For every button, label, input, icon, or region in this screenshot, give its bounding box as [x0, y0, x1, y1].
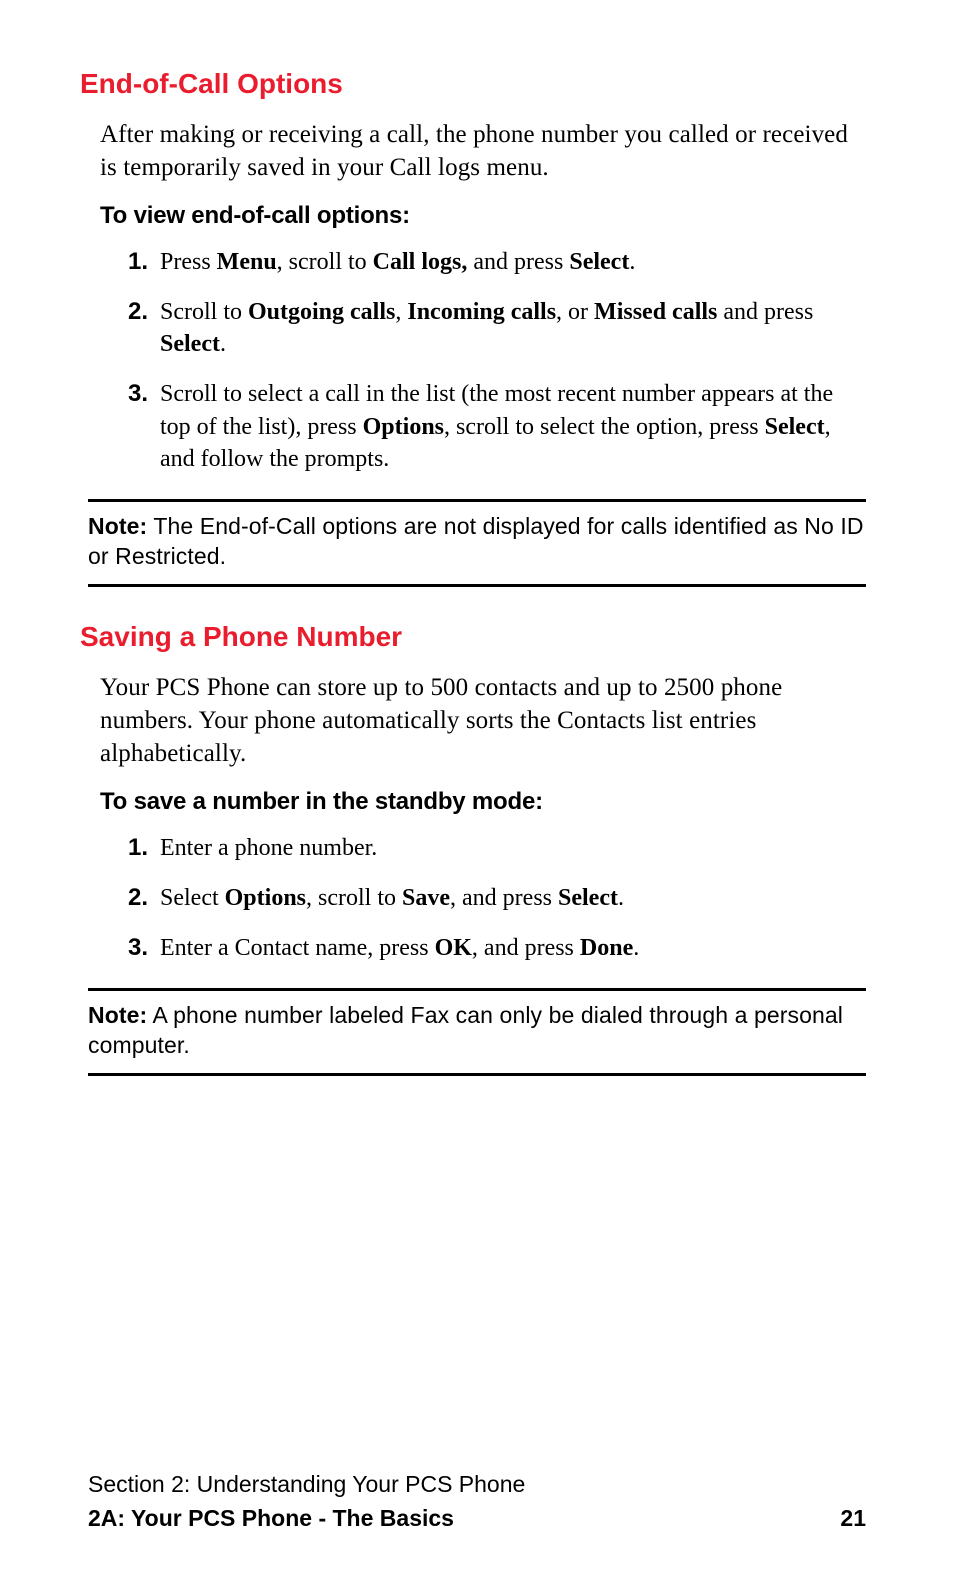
step-text: Enter a phone number.: [160, 835, 377, 861]
step-text: Select Options, scroll to Save, and pres…: [160, 885, 624, 911]
note-text: A phone number labeled Fax can only be d…: [88, 1002, 843, 1058]
note-label: Note:: [88, 1002, 147, 1028]
step-number: 3.: [128, 932, 148, 964]
note-block-1: Note: The End-of-Call options are not di…: [88, 499, 866, 587]
step-text: Press Menu, scroll to Call logs, and pre…: [160, 249, 635, 275]
heading-saving-number: Saving a Phone Number: [80, 621, 866, 653]
subhead-save-standby: To save a number in the standby mode:: [100, 788, 866, 816]
page-footer: Section 2: Understanding Your PCS Phone …: [88, 1468, 866, 1534]
step-number: 1.: [128, 246, 148, 278]
note-text: The End-of-Call options are not displaye…: [88, 513, 864, 569]
steps-list-2: 1. Enter a phone number. 2. Select Optio…: [132, 832, 866, 964]
intro-paragraph: After making or receiving a call, the ph…: [100, 118, 866, 184]
step-2: 2. Scroll to Outgoing calls, Incoming ca…: [132, 296, 866, 360]
subhead-view-options: To view end-of-call options:: [100, 202, 866, 230]
step-number: 3.: [128, 378, 148, 410]
steps-list-1: 1. Press Menu, scroll to Call logs, and …: [132, 246, 866, 475]
footer-section-line: Section 2: Understanding Your PCS Phone: [88, 1468, 866, 1500]
step-3: 3. Enter a Contact name, press OK, and p…: [132, 932, 866, 964]
page-number: 21: [840, 1502, 866, 1534]
step-text: Scroll to Outgoing calls, Incoming calls…: [160, 299, 813, 357]
note-block-2: Note: A phone number labeled Fax can onl…: [88, 988, 866, 1076]
step-2: 2. Select Options, scroll to Save, and p…: [132, 882, 866, 914]
step-1: 1. Enter a phone number.: [132, 832, 866, 864]
step-3: 3. Scroll to select a call in the list (…: [132, 378, 866, 474]
step-text: Scroll to select a call in the list (the…: [160, 381, 833, 471]
step-text: Enter a Contact name, press OK, and pres…: [160, 935, 639, 961]
heading-end-of-call: End-of-Call Options: [80, 68, 866, 100]
step-number: 2.: [128, 296, 148, 328]
note-label: Note:: [88, 513, 147, 539]
step-1: 1. Press Menu, scroll to Call logs, and …: [132, 246, 866, 278]
step-number: 2.: [128, 882, 148, 914]
step-number: 1.: [128, 832, 148, 864]
footer-chapter: 2A: Your PCS Phone - The Basics: [88, 1502, 454, 1534]
intro-paragraph-2: Your PCS Phone can store up to 500 conta…: [100, 671, 866, 770]
